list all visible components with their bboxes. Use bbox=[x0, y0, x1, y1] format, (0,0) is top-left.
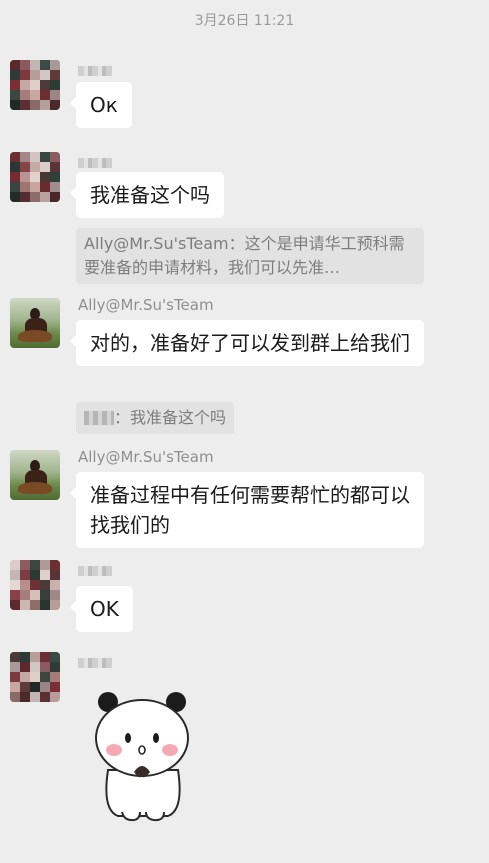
message-row: OK bbox=[10, 560, 480, 640]
panda-head bbox=[95, 699, 189, 777]
avatar[interactable] bbox=[10, 298, 60, 348]
sender-name: Ally@Mr.Su'sTeam bbox=[78, 448, 214, 466]
avatar[interactable] bbox=[10, 152, 60, 202]
avatar[interactable] bbox=[10, 450, 60, 500]
quoted-sender-redacted bbox=[84, 411, 114, 425]
message-bubble[interactable]: 准备过程中有任何需要帮忙的都可以找我们的 bbox=[70, 472, 424, 548]
quoted-text: ：我准备这个吗 bbox=[114, 408, 227, 427]
message-row: Ally@Mr.Su'sTeam 对的，准备好了可以发到群上给我们 ：我准备这个… bbox=[10, 296, 480, 438]
panda-sticker[interactable] bbox=[88, 688, 196, 822]
chat-timestamp: 3月26日 11:21 bbox=[194, 13, 295, 29]
message-bubble[interactable]: 我准备这个吗 bbox=[70, 172, 224, 218]
quoted-message[interactable]: ：我准备这个吗 bbox=[76, 402, 235, 434]
avatar[interactable] bbox=[10, 560, 60, 610]
message-row bbox=[10, 652, 480, 832]
message-bubble[interactable]: OK bbox=[70, 586, 133, 632]
sender-name-redacted bbox=[78, 66, 112, 76]
avatar[interactable] bbox=[10, 652, 60, 702]
message-bubble[interactable]: 对的，准备好了可以发到群上给我们 bbox=[70, 320, 424, 366]
sender-name: Ally@Mr.Su'sTeam bbox=[78, 296, 214, 314]
message-row: 我准备这个吗 Ally@Mr.Su'sTeam：这个是申请华工预科需要准备的申请… bbox=[10, 152, 480, 284]
avatar[interactable] bbox=[10, 60, 60, 110]
sender-name-redacted bbox=[78, 158, 112, 168]
chat-screen: 3月26日 11:21 Ок 我准备这个吗 Ally@Mr.Su'sTeam：这… bbox=[0, 0, 489, 863]
message-row: Ок bbox=[10, 60, 480, 140]
sender-name-redacted bbox=[78, 658, 112, 668]
sender-name-redacted bbox=[78, 566, 112, 576]
message-row: Ally@Mr.Su'sTeam 准备过程中有任何需要帮忙的都可以找我们的 bbox=[10, 448, 480, 550]
message-bubble[interactable]: Ок bbox=[70, 82, 132, 128]
quoted-message[interactable]: Ally@Mr.Su'sTeam：这个是申请华工预科需要准备的申请材料，我们可以… bbox=[76, 228, 424, 284]
